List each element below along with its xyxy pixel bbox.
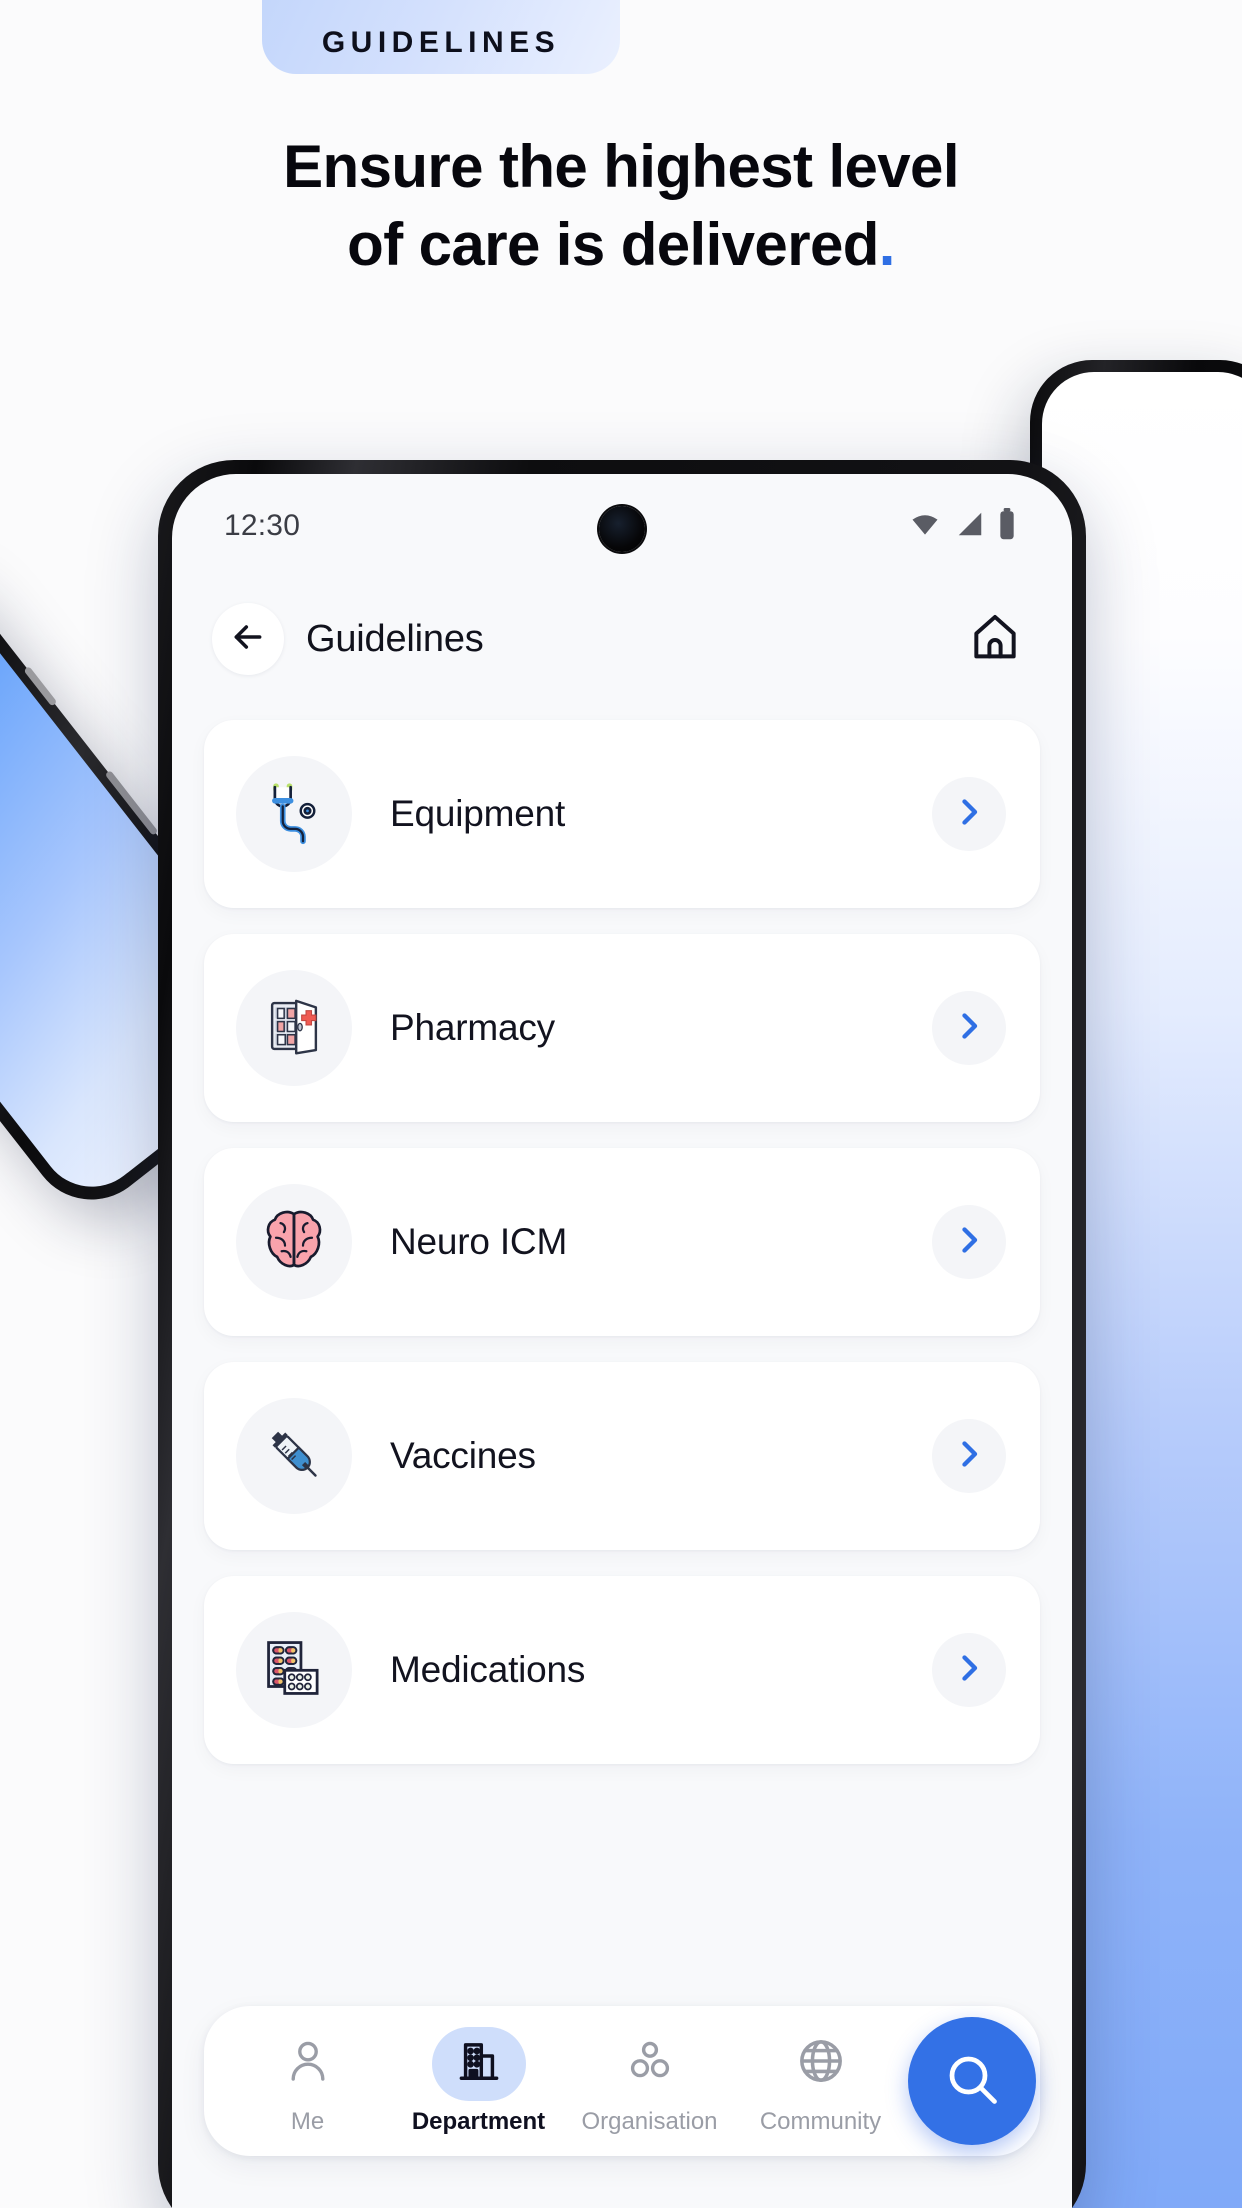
list-item-label: Vaccines: [390, 1435, 536, 1476]
list-item-chevron[interactable]: [932, 1633, 1006, 1707]
search-icon: [942, 2049, 1002, 2114]
nav-icon-wrap: [603, 2027, 697, 2101]
stethoscope-icon: [258, 776, 330, 853]
list-item[interactable]: Neuro ICM: [204, 1148, 1040, 1336]
nav-label: Community: [759, 2107, 882, 2135]
nav-icon-wrap: [774, 2027, 868, 2101]
list-item-chevron[interactable]: [932, 1419, 1006, 1493]
cellular-signal-icon: [955, 509, 985, 544]
list-item-label: Medications: [390, 1649, 586, 1690]
home-icon: [967, 609, 1023, 670]
guidelines-list: Equipment Pharmacy Neuro ICM Vaccines Me…: [172, 720, 1072, 1790]
chevron-right-icon: [951, 1008, 987, 1049]
people-icon: [626, 2037, 674, 2090]
headline-line-2: of care is delivered: [347, 211, 879, 278]
list-item-icon-wrap: [236, 1184, 352, 1300]
nav-item-department[interactable]: Department: [393, 2026, 564, 2136]
nav-icon-wrap: [431, 2026, 526, 2101]
guidelines-badge: GUIDELINES: [262, 0, 620, 74]
list-item-label: Pharmacy: [390, 1007, 555, 1048]
nav-item-me[interactable]: Me: [222, 2027, 393, 2136]
pill-blister-icon: [257, 1631, 331, 1710]
app-bar: Guidelines: [172, 580, 1072, 698]
list-item-chevron[interactable]: [932, 991, 1006, 1065]
nav-item-organisation[interactable]: Organisation: [564, 2027, 735, 2136]
nav-label: Department: [411, 2107, 546, 2135]
chevron-right-icon: [951, 794, 987, 835]
medicine-cabinet-icon: [259, 991, 329, 1066]
nav-item-community[interactable]: Community: [735, 2027, 906, 2136]
home-button[interactable]: [962, 606, 1028, 672]
arrow-left-icon: [228, 617, 268, 662]
app-bar-title: Guidelines: [306, 617, 484, 660]
list-item-label: Equipment: [390, 793, 566, 834]
list-item[interactable]: Equipment: [204, 720, 1040, 908]
headline-line-2-wrap: of care is delivered.: [0, 206, 1242, 284]
accent-dot: .: [878, 211, 896, 278]
list-item[interactable]: Medications: [204, 1576, 1040, 1764]
list-item-icon-wrap: [236, 970, 352, 1086]
list-item-chevron[interactable]: [932, 777, 1006, 851]
battery-icon: [998, 507, 1016, 545]
status-system-icons: [908, 507, 1016, 545]
phone-mockup: 12:30 Guidelines Equipment Pharmacy Neur…: [158, 460, 1086, 2208]
syringe-icon: [258, 1418, 330, 1495]
person-icon: [284, 2037, 332, 2090]
nav-label: Me: [290, 2107, 325, 2135]
back-button[interactable]: [212, 603, 284, 675]
bottom-navigation: Me Department Organisation Community: [204, 2006, 1040, 2156]
nav-icon-wrap: [261, 2027, 355, 2101]
camera-punch-hole: [599, 506, 645, 552]
phone-screen: 12:30 Guidelines Equipment Pharmacy Neur…: [172, 474, 1072, 2208]
list-item-icon-wrap: [236, 1398, 352, 1514]
list-item[interactable]: Vaccines: [204, 1362, 1040, 1550]
search-fab[interactable]: [908, 2017, 1036, 2145]
list-item[interactable]: Pharmacy: [204, 934, 1040, 1122]
page-title: Ensure the highest level of care is deli…: [0, 128, 1242, 284]
nav-label: Organisation: [581, 2107, 718, 2135]
globe-icon: [796, 2036, 846, 2091]
chevron-right-icon: [951, 1436, 987, 1477]
promo-stage: GUIDELINES Ensure the highest level of c…: [0, 0, 1242, 2208]
list-item-icon-wrap: [236, 756, 352, 872]
brain-icon: [258, 1204, 330, 1281]
headline-line-1: Ensure the highest level: [283, 133, 959, 200]
chevron-right-icon: [951, 1222, 987, 1263]
list-item-label: Neuro ICM: [390, 1221, 568, 1262]
list-item-icon-wrap: [236, 1612, 352, 1728]
chevron-right-icon: [951, 1650, 987, 1691]
wifi-icon: [908, 509, 942, 544]
guidelines-badge-label: GUIDELINES: [321, 26, 561, 59]
building-icon: [456, 2038, 502, 2089]
list-item-chevron[interactable]: [932, 1205, 1006, 1279]
status-clock: 12:30: [224, 509, 301, 542]
